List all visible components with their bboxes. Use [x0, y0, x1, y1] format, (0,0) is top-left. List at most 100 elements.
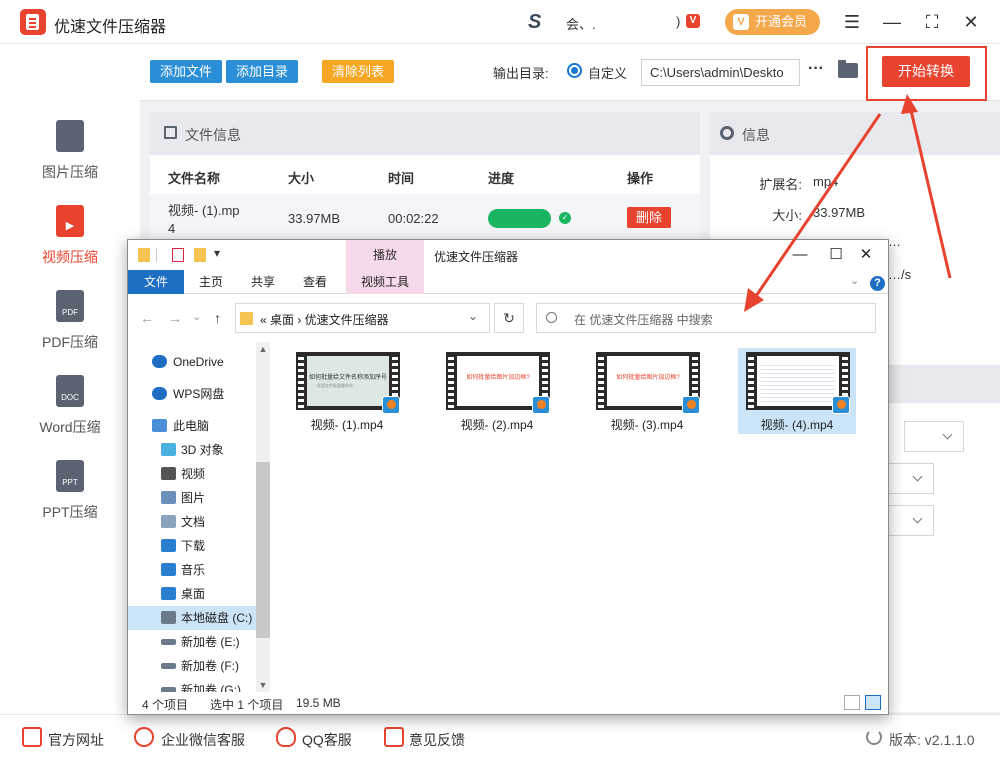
wechat-service-link[interactable]: 企业微信客服 — [161, 730, 245, 750]
explorer-minimize-button[interactable]: — — [782, 243, 818, 267]
back-button[interactable]: ← — [140, 310, 154, 326]
output-path-input[interactable]: C:\Users\admin\Deskto — [641, 59, 800, 86]
explorer-close-button[interactable]: ✕ — [848, 243, 884, 267]
file-time-cell: 00:02:22 — [388, 211, 439, 226]
ribbon-expand-icon[interactable]: ⌄ — [850, 274, 859, 287]
this-pc-icon — [152, 419, 167, 432]
item-count: 4 个项目 — [142, 698, 189, 712]
start-convert-button[interactable]: 开始转换 — [882, 56, 970, 87]
delete-button[interactable]: 删除 — [627, 207, 671, 228]
add-directory-button[interactable]: 添加目录 — [226, 60, 298, 83]
recent-locations-button[interactable]: ⌄ — [192, 310, 201, 323]
nav-item-3d-objects[interactable]: 3D 对象 — [128, 438, 256, 462]
more-options-button[interactable]: ··· — [808, 60, 824, 78]
nav-item-this-pc[interactable]: 此电脑 — [128, 414, 256, 438]
help-icon[interactable]: ? — [870, 276, 885, 291]
media-player-icon — [532, 396, 550, 414]
sidebar-item-ppt[interactable]: PPT PPT压缩 — [0, 460, 140, 540]
sidebar-item-label: PDF压缩 — [42, 334, 98, 350]
nav-item-drive-f[interactable]: 新加卷 (F:) — [128, 654, 256, 678]
file-item[interactable]: 如何批量给图片加边框? 视频- (2).mp4 — [438, 348, 556, 434]
media-player-icon — [382, 396, 400, 414]
large-icons-view-icon[interactable] — [865, 695, 881, 710]
sidebar-item-image[interactable]: 图片压缩 — [0, 120, 140, 200]
qq-service-link[interactable]: QQ客服 — [302, 730, 352, 750]
vip-crown-icon: V — [733, 14, 749, 30]
file-info-title: 文件信息 — [185, 127, 241, 143]
tab-share[interactable]: 共享 — [240, 270, 286, 294]
file-size-cell: 33.97MB — [288, 211, 341, 226]
media-player-icon — [682, 396, 700, 414]
maximize-button[interactable]: ⛶ — [920, 10, 944, 34]
nav-item-videos[interactable]: 视频 — [128, 462, 256, 486]
tab-video-tools[interactable]: 视频工具 — [346, 270, 424, 294]
nav-item-pictures[interactable]: 图片 — [128, 486, 256, 510]
setting-select[interactable] — [904, 421, 964, 452]
custom-dir-radio[interactable] — [567, 63, 582, 78]
nav-item-drive-g[interactable]: 新加卷 (G:) — [128, 678, 256, 692]
clear-list-button[interactable]: 清除列表 — [322, 60, 394, 83]
sidebar-item-word[interactable]: DOC Word压缩 — [0, 375, 140, 455]
check-icon: ✓ — [559, 212, 571, 224]
divider — [156, 248, 157, 262]
feedback-link[interactable]: 意见反馈 — [409, 730, 465, 750]
open-folder-icon[interactable] — [838, 60, 858, 78]
nav-item-downloads[interactable]: 下载 — [128, 534, 256, 558]
file-item[interactable]: 如何批量给图片加边框? 视频- (3).mp4 — [588, 348, 706, 434]
minimize-button[interactable]: — — [880, 10, 904, 34]
breadcrumb[interactable]: « 桌面 › 优速文件压缩器 — [260, 311, 389, 328]
user-name-suffix: ) — [676, 14, 681, 29]
address-dropdown-icon[interactable]: ⌄ — [468, 309, 478, 323]
user-name[interactable]: 会、. — [566, 14, 596, 33]
nav-item-drive-e[interactable]: 新加卷 (E:) — [128, 630, 256, 654]
tab-view[interactable]: 查看 — [292, 270, 338, 294]
sidebar-item-label: 图片压缩 — [42, 164, 98, 180]
progress-bar — [488, 209, 551, 228]
user-avatar-icon[interactable]: S — [528, 12, 554, 32]
quick-access-dropdown[interactable]: ▾ — [214, 246, 220, 260]
vip-level-icon: V — [686, 14, 700, 28]
output-dir-label: 输出目录: — [493, 66, 549, 81]
details-view-icon[interactable] — [844, 695, 860, 710]
nav-item-desktop[interactable]: 桌面 — [128, 582, 256, 606]
view-switcher — [844, 695, 884, 711]
documents-folder-icon — [161, 515, 176, 528]
nav-item-documents[interactable]: 文档 — [128, 510, 256, 534]
custom-dir-radio-label[interactable]: 自定义 — [588, 63, 627, 82]
forward-button[interactable]: → — [168, 310, 182, 326]
nav-item-music[interactable]: 音乐 — [128, 558, 256, 582]
tab-home[interactable]: 主页 — [188, 270, 234, 294]
add-file-button[interactable]: 添加文件 — [150, 60, 222, 83]
qq-icon — [276, 727, 296, 747]
sidebar-item-pdf[interactable]: PDF PDF压缩 — [0, 290, 140, 370]
nav-item-local-disk-c[interactable]: 本地磁盘 (C:) — [128, 606, 256, 630]
file-item-selected[interactable]: 视频- (4).mp4 — [738, 348, 856, 434]
desktop-folder-icon — [161, 587, 176, 600]
explorer-window-title: 优速文件压缩器 — [434, 250, 519, 264]
size-label: 大小: — [772, 208, 802, 223]
close-button[interactable]: ✕ — [959, 10, 983, 34]
sidebar-item-video[interactable]: ▶ 视频压缩 — [0, 205, 140, 285]
official-site-link[interactable]: 官方网址 — [48, 730, 104, 750]
menu-icon[interactable]: ☰ — [840, 10, 864, 34]
new-folder-icon[interactable] — [194, 248, 206, 262]
refresh-button[interactable]: ↻ — [494, 303, 524, 333]
feedback-icon — [384, 727, 404, 747]
wps-cloud-icon — [152, 387, 167, 400]
open-vip-button[interactable]: V 开通会员 — [725, 9, 820, 35]
file-item[interactable]: 如何批量给文件名称添加序号 优速文件批量重命名 视频- (1).mp4 — [288, 348, 406, 434]
nav-item-onedrive[interactable]: OneDrive — [128, 350, 256, 374]
nav-scrollbar-thumb[interactable] — [256, 462, 270, 638]
pdf-file-icon: PDF — [56, 290, 84, 322]
properties-icon[interactable] — [172, 248, 184, 262]
update-icon — [866, 729, 882, 745]
scroll-down-icon[interactable]: ▼ — [256, 678, 270, 692]
scroll-up-icon[interactable]: ▲ — [256, 342, 270, 356]
up-button[interactable]: ↑ — [214, 310, 221, 326]
tab-file[interactable]: 文件 — [128, 270, 184, 294]
nav-item-wps-cloud[interactable]: WPS网盘 — [128, 382, 256, 406]
folder-icon[interactable] — [138, 248, 150, 262]
local-disk-icon — [161, 611, 176, 624]
video-file-icon: ▶ — [56, 205, 84, 237]
videos-folder-icon — [161, 467, 176, 480]
